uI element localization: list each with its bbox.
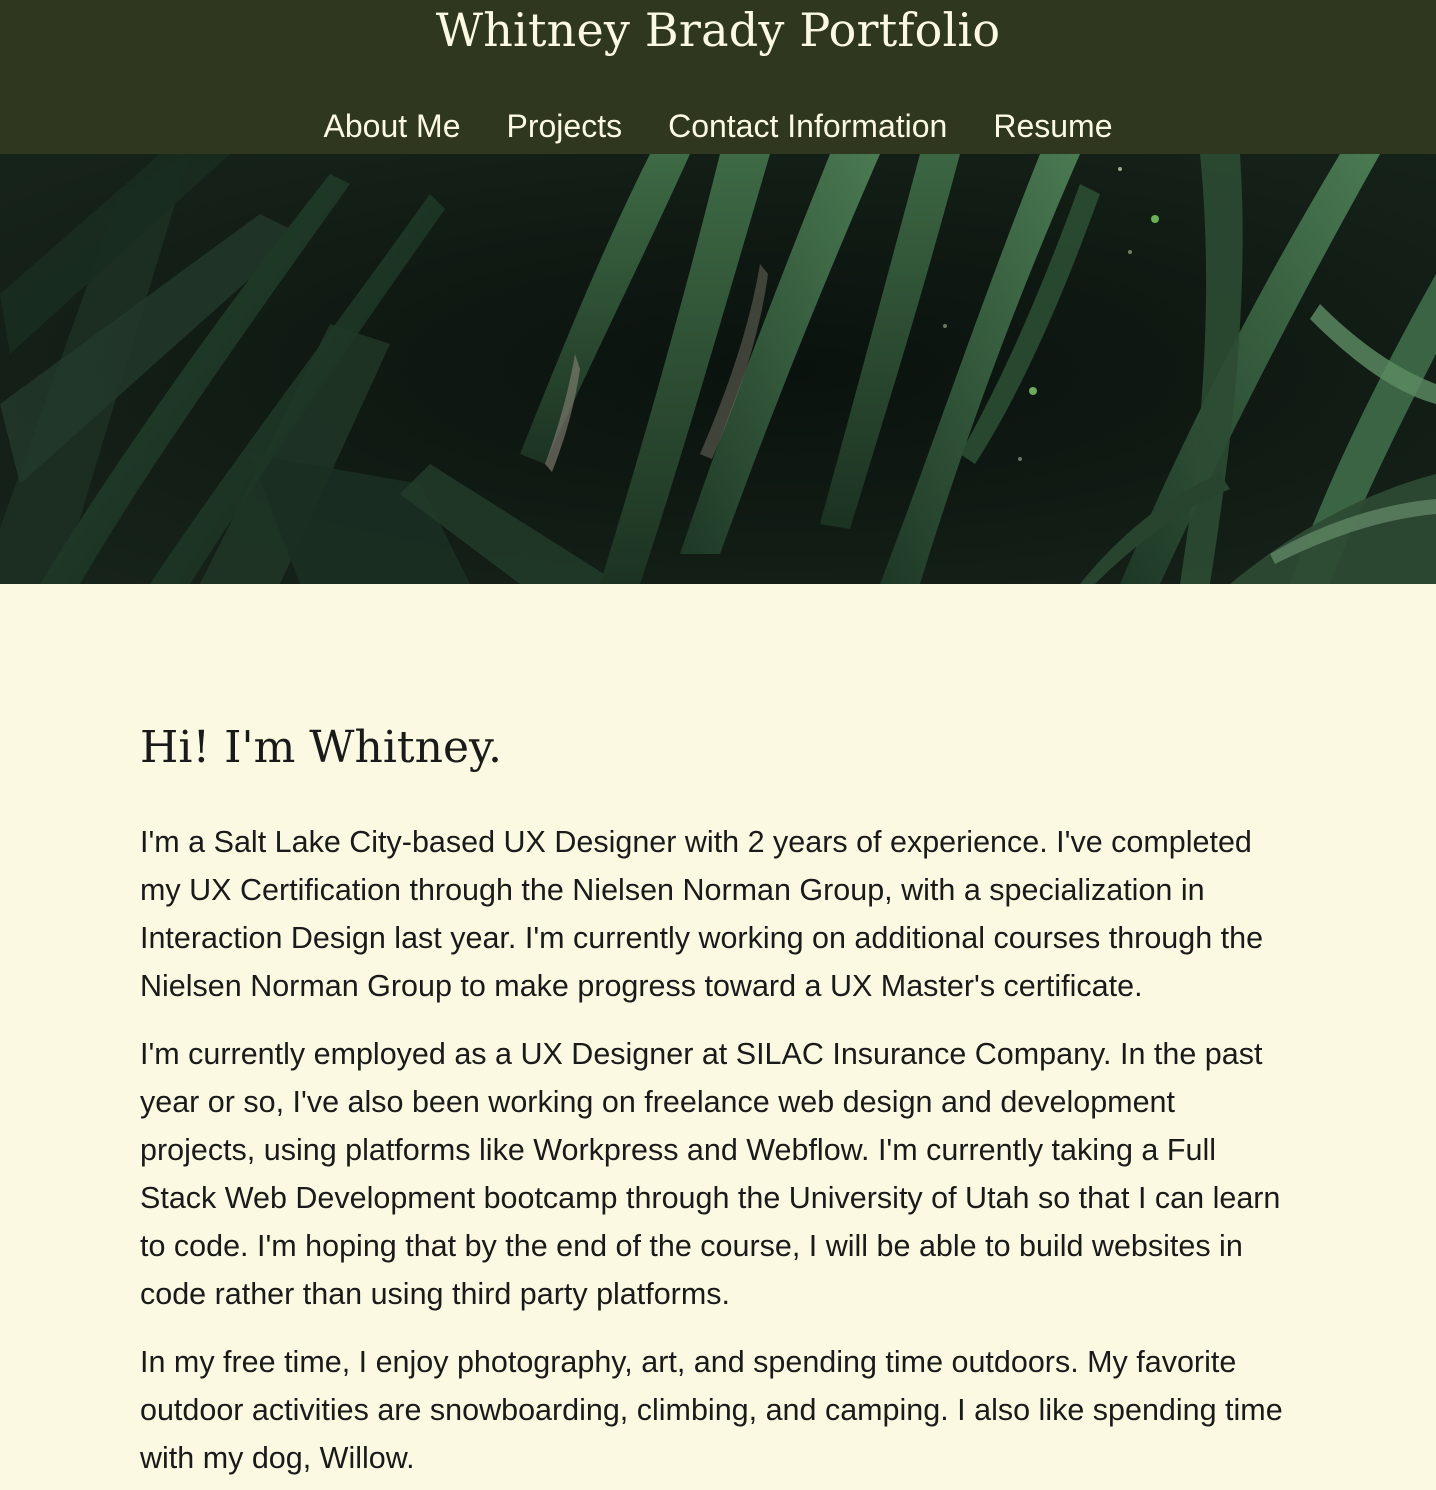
about-paragraph: I'm currently employed as a UX Designer …	[140, 1037, 1281, 1311]
site-title: Whitney Brady Portfolio	[435, 3, 1001, 57]
about-paragraph: In my free time, I enjoy photography, ar…	[140, 1345, 1283, 1475]
about-section: Hi! I'm Whitney. I'm a Salt Lake City-ba…	[140, 720, 1285, 1482]
hero-image	[0, 154, 1436, 584]
about-paragraph: I'm a Salt Lake City-based UX Designer w…	[140, 825, 1264, 1003]
nav-link-about-me[interactable]: About Me	[324, 104, 461, 148]
hero-leaves-illustration	[0, 154, 1436, 584]
site-header: Whitney Brady Portfolio About Me Project…	[0, 0, 1436, 154]
nav-link-resume[interactable]: Resume	[993, 104, 1112, 148]
about-heading: Hi! I'm Whitney.	[140, 722, 502, 773]
nav-link-projects[interactable]: Projects	[506, 104, 622, 148]
nav-link-contact-information[interactable]: Contact Information	[668, 104, 947, 148]
main-nav: About Me Projects Contact Information Re…	[300, 104, 1136, 148]
